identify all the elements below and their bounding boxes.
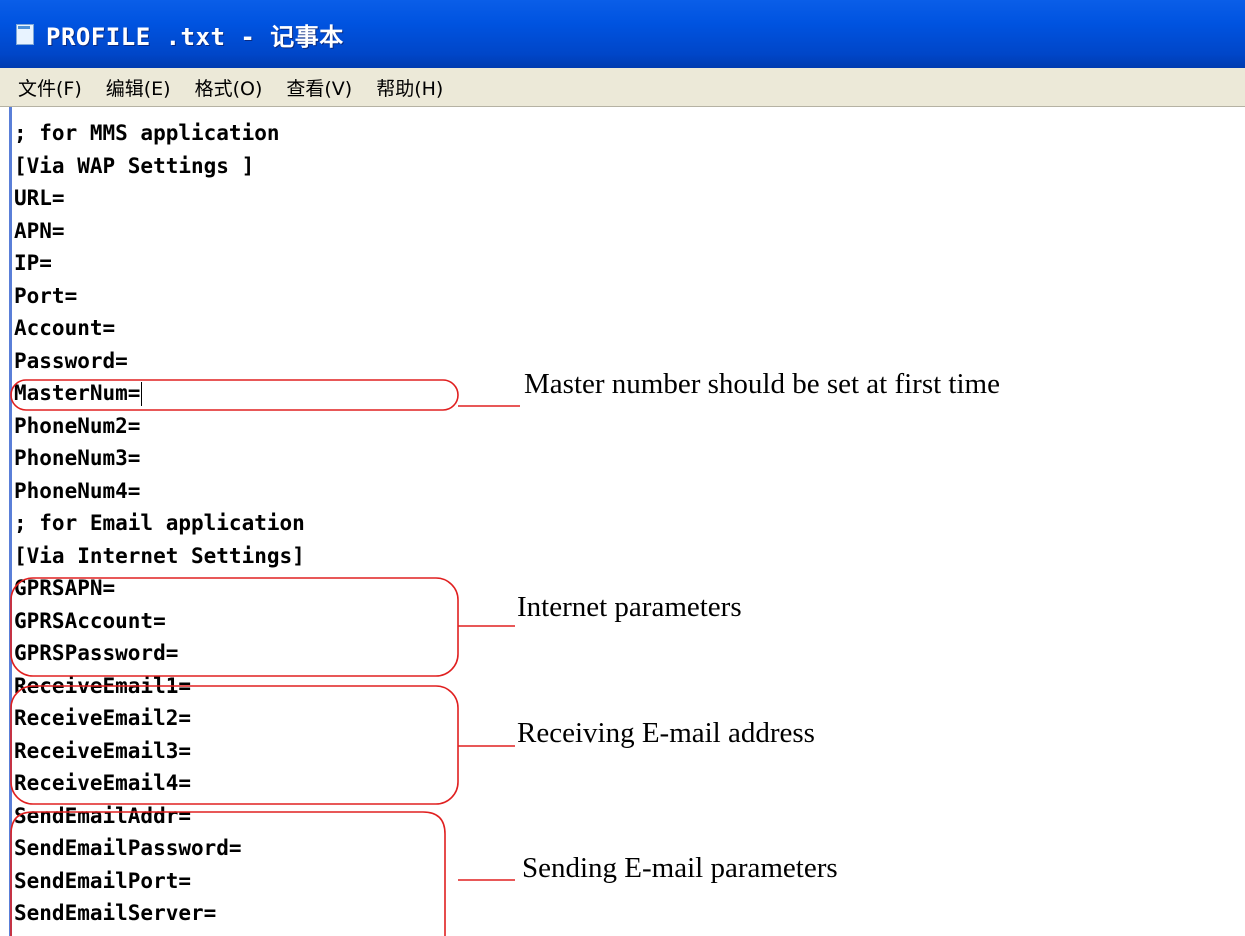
highlight-box-receive [10, 685, 459, 805]
annotation-masternum: Master number should be set at first tim… [524, 368, 1000, 400]
highlight-box-internet [10, 577, 459, 677]
highlight-box-masternum [10, 379, 459, 411]
highlight-box-send [10, 811, 446, 936]
annotation-receive: Receiving E-mail address [517, 717, 815, 749]
annotation-internet: Internet parameters [517, 591, 742, 623]
annotation-send: Sending E-mail parameters [522, 852, 838, 884]
annotation-overlay [10, 379, 520, 936]
